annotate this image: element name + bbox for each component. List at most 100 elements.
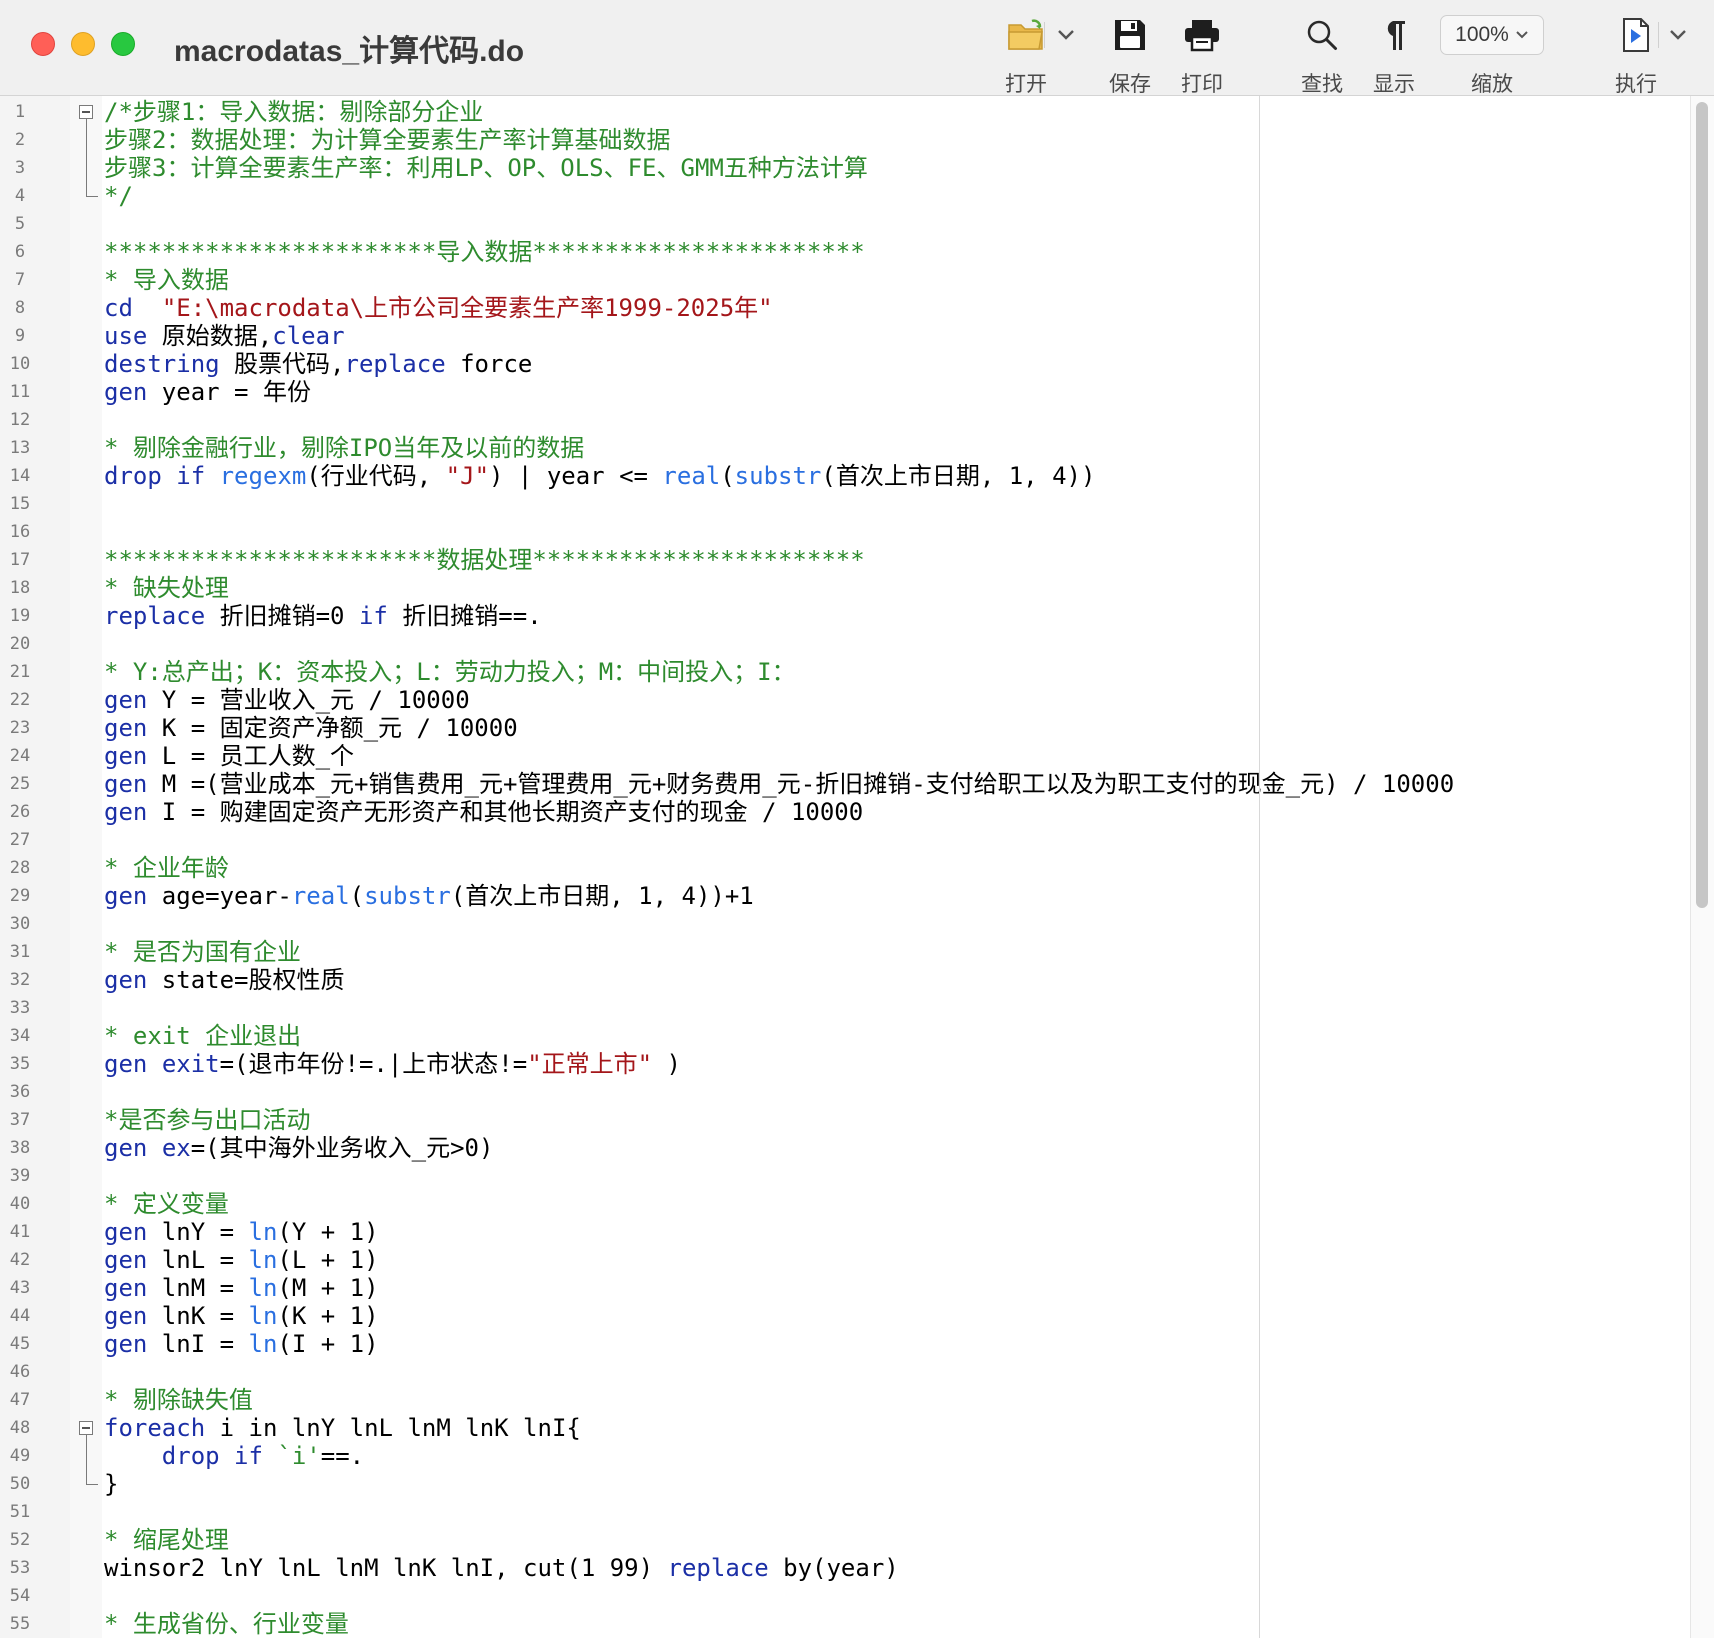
line-number: 28 [9, 858, 31, 878]
code-line[interactable]: cd "E:\macrodata\上市公司全要素生产率1999-2025年" [104, 294, 773, 322]
code-line[interactable]: gen age=year-real(substr(首次上市日期, 1, 4))+… [104, 882, 754, 910]
code-line[interactable]: gen K = 固定资产净额_元 / 10000 [104, 714, 518, 742]
toolbar-separator [1044, 22, 1045, 48]
code-line[interactable]: *是否参与出口活动 [104, 1106, 310, 1134]
code-token: destring [104, 350, 220, 378]
code-line[interactable]: gen L = 员工人数_个 [104, 742, 354, 770]
code-line[interactable]: /*步骤1：导入数据：剔除部分企业 [104, 98, 483, 126]
code-token: gen [104, 686, 148, 714]
code-line[interactable]: gen exit=(退市年份!=.|上市状态!="正常上市" ) [104, 1050, 681, 1078]
code-token: age=year- [147, 882, 292, 910]
code-editor[interactable]: /*步骤1：导入数据：剔除部分企业 步骤2：数据处理：为计算全要素生产率计算基础数… [104, 96, 1684, 1638]
maximize-window-button[interactable] [111, 32, 135, 56]
code-line[interactable]: gen lnK = ln(K + 1) [104, 1302, 379, 1330]
line-number: 37 [9, 1110, 31, 1130]
code-line[interactable]: gen Y = 营业收入_元 / 10000 [104, 686, 470, 714]
code-line[interactable]: winsor2 lnY lnL lnM lnK lnI, cut(1 99) r… [104, 1554, 899, 1582]
window-title: macrodatas_计算代码.do [174, 35, 525, 68]
code-token: * 剔除缺失值 [104, 1386, 253, 1414]
code-line[interactable]: gen lnL = ln(L + 1) [104, 1246, 379, 1274]
vertical-scrollbar[interactable] [1690, 96, 1714, 1638]
scrollbar-thumb[interactable] [1696, 102, 1708, 908]
code-line[interactable]: gen ex=(其中海外业务收入_元>0) [104, 1134, 493, 1162]
code-line[interactable]: * 是否为国有企业 [104, 938, 301, 966]
fold-guide [86, 119, 87, 196]
code-line[interactable]: drop if `i'==. [104, 1442, 364, 1470]
code-token: force [445, 350, 533, 378]
code-line[interactable]: gen lnI = ln(I + 1) [104, 1330, 379, 1358]
zoom-control[interactable]: 100% 缩放 [1440, 12, 1544, 98]
open-menu-chevron-icon[interactable] [1054, 22, 1078, 46]
line-number: 35 [9, 1054, 31, 1074]
code-line[interactable]: foreach i in lnY lnL lnM lnK lnI{ [104, 1414, 581, 1442]
code-line[interactable]: gen M =(营业成本_元+销售费用_元+管理费用_元+财务费用_元-折旧摊销… [104, 770, 1454, 798]
find-label: 查找 [1301, 72, 1343, 96]
line-number: 46 [9, 1362, 31, 1382]
code-token: ***********************数据处理*************… [104, 546, 865, 574]
code-line[interactable]: gen lnY = ln(Y + 1) [104, 1218, 379, 1246]
run-button[interactable]: 执行 [1598, 12, 1674, 98]
line-number: 38 [9, 1138, 31, 1158]
code-line[interactable]: * Y:总产出；K：资本投入；L：劳动力投入；M：中间投入；I： [104, 658, 796, 686]
code-line[interactable]: 步骤2：数据处理：为计算全要素生产率计算基础数据 [104, 126, 670, 154]
code-token: gen [104, 1246, 148, 1274]
code-line[interactable]: * 缩尾处理 [104, 1526, 229, 1554]
code-token: "正常上市" [527, 1050, 653, 1078]
fold-toggle-icon[interactable] [79, 105, 93, 119]
code-line[interactable]: gen I = 购建固定资产无形资产和其他长期资产支付的现金 / 10000 [104, 798, 863, 826]
code-line[interactable]: * 导入数据 [104, 266, 229, 294]
code-line[interactable]: 步骤3：计算全要素生产率：利用LP、OP、OLS、FE、GMM五种方法计算 [104, 154, 868, 182]
print-button[interactable]: 打印 [1164, 12, 1240, 98]
line-number: 8 [14, 298, 26, 318]
code-line[interactable]: * 缺失处理 [104, 574, 229, 602]
code-token: lnI = [147, 1330, 249, 1358]
minimize-window-button[interactable] [71, 32, 95, 56]
code-token: gen [104, 1050, 148, 1078]
line-number-gutter: 1 2 3 4 5 6 7 8 9 10 11 12 13 14 15 16 17 18 19 20 21 22 23 24 2… [0, 96, 70, 1638]
code-line[interactable]: * 生成省份、行业变量 [104, 1610, 349, 1638]
code-line[interactable]: ***********************数据处理*************… [104, 546, 865, 574]
code-line[interactable]: destring 股票代码,replace force [104, 350, 532, 378]
line-number: 24 [9, 746, 31, 766]
open-label: 打开 [1005, 72, 1047, 96]
save-button[interactable]: 保存 [1092, 12, 1168, 98]
code-line[interactable]: } [104, 1470, 118, 1498]
code-token: gen [104, 1330, 148, 1358]
line-number: 18 [9, 578, 31, 598]
line-number: 4 [14, 186, 26, 206]
code-line[interactable]: * exit 企业退出 [104, 1022, 301, 1050]
code-token: `i' [277, 1442, 321, 1470]
pilcrow-icon [1356, 12, 1432, 58]
code-line[interactable]: */ [104, 182, 133, 210]
show-button[interactable]: 显示 [1356, 12, 1432, 98]
code-line[interactable]: drop if regexm(行业代码, "J") | year <= real… [104, 462, 1095, 490]
line-number: 20 [9, 634, 31, 654]
code-token: (M + 1) [277, 1274, 379, 1302]
code-token: gen [104, 1134, 148, 1162]
magnifier-icon [1284, 12, 1360, 58]
line-number: 10 [9, 354, 31, 374]
code-line[interactable]: * 剔除缺失值 [104, 1386, 253, 1414]
code-line[interactable]: gen lnM = ln(M + 1) [104, 1274, 379, 1302]
code-line[interactable]: * 定义变量 [104, 1190, 229, 1218]
code-token: * 导入数据 [104, 266, 229, 294]
code-line[interactable]: * 企业年龄 [104, 854, 229, 882]
code-token: winsor2 lnY lnL lnM lnK lnI, cut(1 99) [104, 1554, 668, 1582]
code-line[interactable]: gen year = 年份 [104, 378, 311, 406]
code-line[interactable]: replace 折旧摊销=0 if 折旧摊销==. [104, 602, 542, 630]
close-window-button[interactable] [31, 32, 55, 56]
code-token: replace [667, 1554, 769, 1582]
code-line[interactable]: ***********************导入数据*************… [104, 238, 865, 266]
run-menu-chevron-icon[interactable] [1666, 22, 1690, 46]
line-number: 43 [9, 1278, 31, 1298]
find-button[interactable]: 查找 [1284, 12, 1360, 98]
code-token: ***********************导入数据*************… [104, 238, 865, 266]
printer-icon [1164, 12, 1240, 58]
code-line[interactable]: gen state=股权性质 [104, 966, 345, 994]
fold-toggle-icon[interactable] [79, 1421, 93, 1435]
code-line[interactable]: * 剔除金融行业，剔除IPO当年及以前的数据 [104, 434, 584, 462]
code-token: K = 固定资产净额_元 / 10000 [147, 714, 518, 742]
code-line[interactable]: use 原始数据,clear [104, 322, 345, 350]
zoom-select[interactable]: 100% [1440, 15, 1544, 55]
